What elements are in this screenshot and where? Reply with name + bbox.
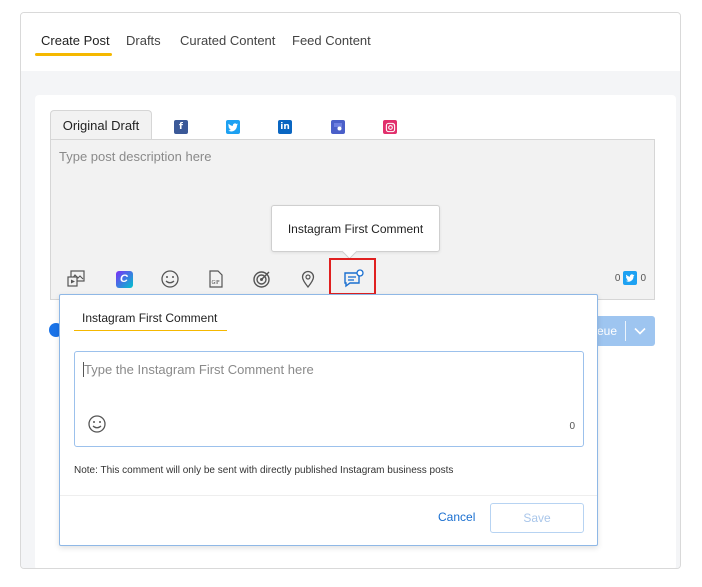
- dialog-title-underline: [74, 330, 227, 331]
- tab-bar: Create Post Drafts Curated Content Feed …: [21, 13, 680, 71]
- twitter-count-icon: [623, 271, 638, 285]
- emoji-icon[interactable]: [87, 414, 107, 439]
- twitter-icon[interactable]: [226, 120, 240, 134]
- first-comment-highlight-box: [329, 258, 376, 295]
- tooltip-text: Instagram First Comment: [287, 221, 424, 236]
- save-button[interactable]: Save: [490, 503, 584, 533]
- post-composer-card: Create Post Drafts Curated Content Feed …: [20, 12, 681, 569]
- tab-create-post[interactable]: Create Post: [41, 33, 110, 48]
- instagram-icon[interactable]: [383, 120, 397, 134]
- svg-text:GIF: GIF: [212, 280, 220, 286]
- first-comment-input[interactable]: Type the Instagram First Comment here 0: [74, 351, 584, 447]
- target-icon[interactable]: [251, 268, 273, 290]
- char-count: 0: [614, 272, 621, 284]
- tab-feed-content[interactable]: Feed Content: [292, 33, 371, 48]
- media-library-icon[interactable]: [65, 268, 87, 290]
- dialog-title: Instagram First Comment: [82, 311, 218, 325]
- twitter-count: 0: [640, 272, 646, 284]
- chevron-down-icon[interactable]: [634, 327, 646, 335]
- tab-drafts[interactable]: Drafts: [126, 33, 161, 48]
- cancel-button[interactable]: Cancel: [438, 510, 475, 524]
- canva-icon[interactable]: C: [113, 268, 135, 290]
- linkedin-icon[interactable]: in: [278, 120, 292, 134]
- active-tab-indicator: [35, 53, 112, 56]
- comment-char-count: 0: [569, 421, 575, 432]
- emoji-icon[interactable]: [159, 268, 181, 290]
- save-button-label: Save: [523, 511, 551, 525]
- facebook-icon[interactable]: f: [174, 120, 188, 134]
- tab-original-draft[interactable]: Original Draft: [50, 110, 152, 140]
- first-comment-placeholder: Type the Instagram First Comment here: [84, 362, 314, 377]
- post-description-placeholder: Type post description here: [59, 149, 212, 164]
- first-comment-tooltip: Instagram First Comment: [271, 205, 440, 252]
- first-comment-dialog: Instagram First Comment Type the Instagr…: [59, 294, 598, 546]
- gif-icon[interactable]: GIF: [205, 268, 227, 290]
- google-business-icon[interactable]: [331, 120, 345, 134]
- character-counter: 0 0: [615, 271, 646, 285]
- original-draft-label: Original Draft: [62, 118, 140, 133]
- location-icon[interactable]: [297, 268, 319, 290]
- dialog-divider: [60, 495, 597, 496]
- add-to-queue-button[interactable]: eue: [593, 316, 655, 346]
- dialog-note: Note: This comment will only be sent wit…: [74, 465, 454, 476]
- tab-curated-content[interactable]: Curated Content: [180, 33, 275, 48]
- queue-button-divider: [625, 321, 627, 341]
